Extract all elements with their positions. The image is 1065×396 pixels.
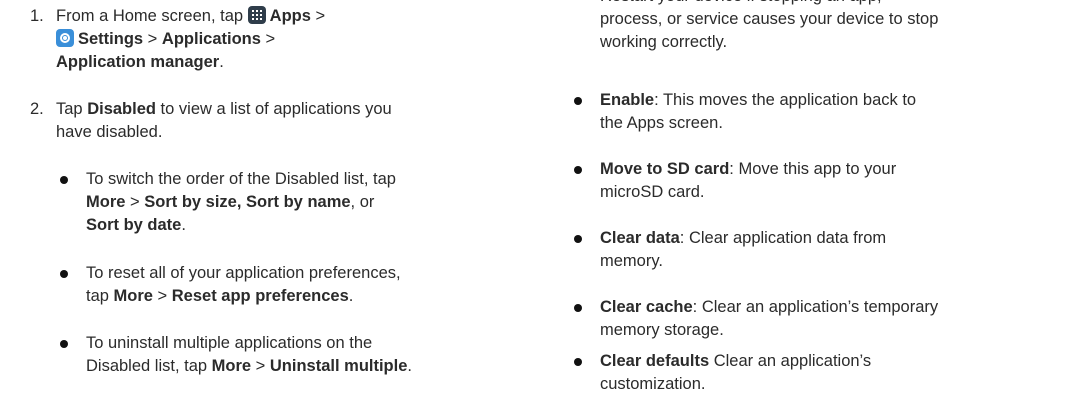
bullet-clear-cache: Clear cache: Clear an application’s temp… xyxy=(570,296,938,342)
step-number: 1. xyxy=(30,7,44,25)
bullet-clear-defaults: Clear defaults Clear an application’s cu… xyxy=(570,350,871,396)
bullet-dot xyxy=(60,270,68,278)
bullet-reset-preferences: To reset all of your application prefere… xyxy=(56,262,401,308)
step-number: 2. xyxy=(30,100,44,118)
step-1: 1. From a Home screen, tap Apps > Settin… xyxy=(30,6,326,71)
bullet-dot xyxy=(574,97,582,105)
settings-icon xyxy=(56,29,74,47)
applications-label: Applications xyxy=(161,30,261,48)
restart-note: Restart your device if stopping an app, … xyxy=(600,0,939,51)
bullet-clear-data: Clear data: Clear application data from … xyxy=(570,227,886,273)
bullet-dot xyxy=(60,340,68,348)
bullet-dot xyxy=(574,166,582,174)
bullet-dot xyxy=(574,358,582,366)
bullet-dot xyxy=(574,235,582,243)
bullet-dot xyxy=(574,304,582,312)
application-manager-label: Application manager xyxy=(56,53,220,71)
bullet-sort-order: To switch the order of the Disabled list… xyxy=(56,168,396,237)
apps-label: Apps xyxy=(269,7,311,25)
bullet-uninstall-multiple: To uninstall multiple applications on th… xyxy=(56,332,412,378)
bullet-dot xyxy=(60,176,68,184)
settings-label: Settings xyxy=(78,30,144,48)
disabled-label: Disabled xyxy=(87,100,156,118)
bullet-move-sd: Move to SD card: Move this app to your m… xyxy=(570,158,896,204)
apps-icon xyxy=(247,6,266,24)
step-2: 2. Tap Disabled to view a list of applic… xyxy=(30,100,392,141)
bullet-enable: Enable: This moves the application back … xyxy=(570,89,916,135)
